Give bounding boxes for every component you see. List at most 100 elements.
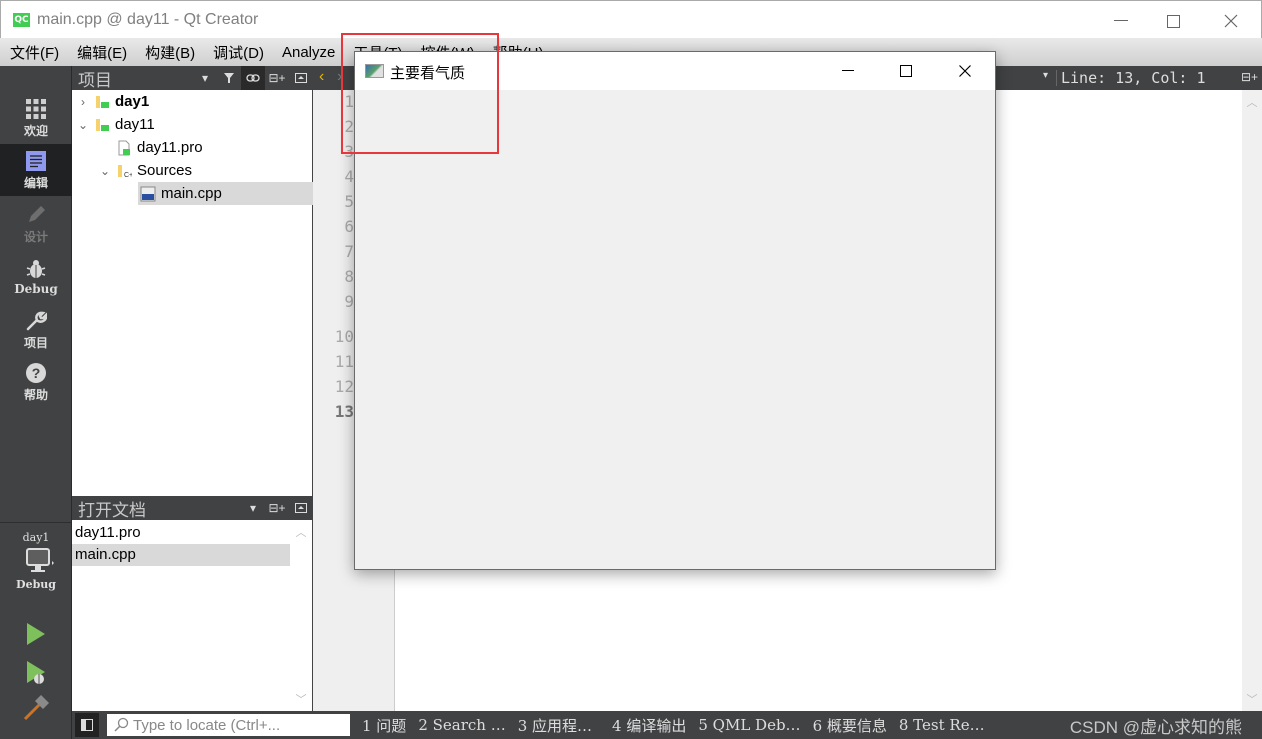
kit-build-config: Debug [16,578,56,591]
toggle-sidebar-button[interactable] [75,713,99,737]
output-tab-app-output[interactable]: 3 应用程… [518,715,592,736]
tree-item-day11-pro[interactable]: day11.pro [72,136,313,159]
tree-item-label: day1 [115,93,150,110]
minimize-icon [1114,20,1128,21]
mode-welcome[interactable]: 欢迎 [0,92,72,144]
view-dropdown-icon[interactable]: ▾ [241,496,265,520]
tree-item-label: day11 [115,116,155,133]
split-pane-icon[interactable]: ⊟+ [265,496,289,520]
menu-build[interactable]: 构建(B) [145,42,195,63]
pro-file-icon [118,140,130,155]
tree-item-sources[interactable]: ⌄ C++ Sources [72,159,313,182]
locator-placeholder: Type to locate (Ctrl+... [133,716,281,734]
cursor-position[interactable]: Line: 13, Col: 1 [1061,69,1206,87]
close-pane-icon[interactable] [289,496,313,520]
line-number: 6 [344,217,354,236]
split-pane-icon[interactable]: ⊟+ [265,66,289,90]
line-number: 10 [334,327,354,346]
mode-help[interactable]: ? 帮助 [0,356,72,408]
bug-icon [26,260,46,278]
app-close-button[interactable] [945,56,985,86]
output-tab-qml-debugger[interactable]: 5 QML Deb… [698,716,800,734]
mode-sidebar: 欢迎 编辑 设计 Debug 项目 ? 帮助 day1 Debug [0,66,72,739]
chevron-down-icon[interactable]: ⌄ [76,118,90,132]
nav-forward-icon[interactable]: › [337,68,342,86]
line-number: 11 [334,352,354,371]
mode-label: 编辑 [23,176,48,190]
kit-selector[interactable]: day1 Debug [0,522,72,612]
filter-icon[interactable] [217,66,241,90]
mode-label: 帮助 [23,388,48,402]
tree-item-main-cpp[interactable]: main.cpp [138,182,313,205]
menu-analyze[interactable]: Analyze [282,44,335,61]
debug-run-button[interactable] [22,658,50,686]
minimize-button[interactable] [1101,7,1141,35]
line-number: 2 [344,117,354,136]
output-tab-search[interactable]: 2 Search … [418,716,505,734]
close-icon [1224,14,1238,28]
chevron-down-icon[interactable]: ⌄ [98,164,112,178]
chevron-right-icon[interactable]: › [76,95,90,109]
split-editor-icon[interactable]: ⊟+ [1241,70,1258,84]
svg-text:?: ? [32,365,41,381]
line-number: 5 [344,192,354,211]
doc-item-main-cpp[interactable]: main.cpp [72,544,291,566]
window-titlebar: QC main.cpp @ day11 - Qt Creator [0,0,1262,38]
minimize-icon [842,70,854,71]
line-number: 8 [344,267,354,286]
menu-edit[interactable]: 编辑(E) [77,42,127,63]
output-tab-test-results[interactable]: 8 Test Re… [899,716,985,734]
app-window[interactable]: 主要看气质 [354,51,996,570]
scroll-down-icon[interactable]: ﹀ [290,691,312,707]
cpp-file-icon [140,186,156,201]
mode-debug[interactable]: Debug [0,252,72,304]
window-title: main.cpp @ day11 - Qt Creator [37,11,259,28]
line-number: 1 [344,92,354,111]
app-window-title: 主要看气质 [390,65,466,82]
tree-item-label: Sources [137,162,193,179]
output-tab-general-messages[interactable]: 6 概要信息 [813,715,887,736]
editor-scrollbar[interactable]: ︿ ﹀ [1242,90,1262,711]
open-docs-pane-title: 打开文档 [78,500,146,520]
tree-item-day11[interactable]: ⌄ day11 [72,113,313,136]
scroll-down-icon[interactable]: ﹀ [1242,691,1262,707]
maximize-button[interactable] [1153,7,1193,35]
build-hammer-button[interactable] [22,694,50,722]
link-editor-icon[interactable] [241,66,265,90]
docs-scrollbar[interactable]: ︿ ﹀ [290,520,312,711]
menu-debug[interactable]: 调试(D) [213,42,264,63]
output-tab-compile[interactable]: 4 编译输出 [612,715,686,736]
app-window-titlebar[interactable]: 主要看气质 [355,52,995,90]
sidebar-toggle-icon [81,719,93,731]
mode-design[interactable]: 设计 [0,198,72,250]
nav-back-icon[interactable]: ‹ [319,68,324,86]
run-button[interactable] [22,620,50,648]
line-number: 4 [344,167,354,186]
close-pane-icon[interactable] [289,66,313,90]
scroll-up-icon[interactable]: ︿ [290,524,312,540]
app-minimize-button[interactable] [828,56,868,86]
view-dropdown-icon[interactable]: ▾ [193,66,217,90]
csdn-watermark: CSDN @虚心求知的熊 [1069,718,1242,737]
close-button[interactable] [1211,7,1251,35]
tree-item-label: day11.pro [137,139,203,156]
mode-label: Debug [14,282,58,296]
scroll-up-icon[interactable]: ︿ [1242,94,1262,110]
toolbar-separator [1056,70,1057,86]
doc-item-day11-pro[interactable]: day11.pro [72,522,291,544]
output-bar: Type to locate (Ctrl+... 1 问题 2 Search …… [72,711,1262,739]
project-tree: › day1 ⌄ day11 day11.pro ⌄ C++ Sources m… [72,90,313,496]
tree-item-day1[interactable]: › day1 [72,90,313,113]
output-tab-issues[interactable]: 1 问题 [362,715,406,736]
projects-pane-title: 项目 [78,70,112,90]
mode-projects[interactable]: 项目 [0,304,72,356]
line-number: 9 [344,292,354,311]
maximize-icon [900,65,912,77]
app-maximize-button[interactable] [886,56,926,86]
symbols-dropdown-icon[interactable]: ▾ [1043,70,1048,81]
menu-file[interactable]: 文件(F) [10,42,59,63]
svg-text:C++: C++ [124,172,132,179]
open-docs-pane-header: 打开文档 ▾ ⊟+ [72,496,313,520]
mode-edit[interactable]: 编辑 [0,144,72,196]
locator-input[interactable]: Type to locate (Ctrl+... [107,714,350,736]
